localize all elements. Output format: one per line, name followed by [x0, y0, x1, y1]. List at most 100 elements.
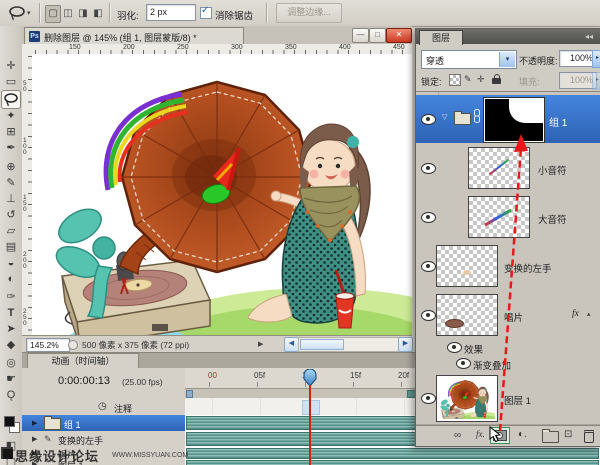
- layer-row-bignote[interactable]: 大音符: [416, 192, 600, 242]
- new-group-button[interactable]: [542, 431, 559, 443]
- quick-selection-tool-icon[interactable]: ✦: [0, 108, 22, 124]
- layer-row-group1[interactable]: ▽ 组 1: [416, 95, 600, 144]
- layer-name[interactable]: 图层 1: [504, 393, 531, 407]
- layer-thumbnail[interactable]: [468, 147, 530, 189]
- canvas[interactable]: [32, 54, 412, 335]
- expand-icon[interactable]: ▶: [32, 419, 37, 427]
- antialias-label[interactable]: 消除锯齿: [215, 8, 253, 22]
- layer-thumbnail[interactable]: [468, 196, 530, 238]
- selection-new-button[interactable]: ▢: [45, 5, 61, 23]
- blend-mode-select[interactable]: 穿透 ▾: [421, 50, 517, 69]
- layer-name[interactable]: 组 1: [549, 114, 567, 129]
- layer-thumbnail[interactable]: [436, 294, 498, 336]
- antialias-checkbox[interactable]: ✓: [200, 7, 212, 19]
- gradient-overlay-label[interactable]: 渐变叠加: [473, 358, 511, 372]
- visibility-eye-icon[interactable]: [421, 163, 436, 174]
- layers-tab[interactable]: 图层: [419, 30, 463, 45]
- blur-tool-icon[interactable]: ◒: [0, 255, 22, 271]
- layer-row-layer1[interactable]: 图层 1: [416, 371, 600, 425]
- shape-tool-icon[interactable]: ◆: [0, 337, 22, 353]
- clone-stamp-tool-icon[interactable]: ⊥: [0, 191, 22, 207]
- layer-thumbnail[interactable]: [436, 375, 498, 422]
- lock-transparency-icon[interactable]: [449, 74, 461, 86]
- duration-bar[interactable]: [186, 460, 599, 465]
- lasso-tool-icon[interactable]: [8, 5, 26, 21]
- lasso-tool-selected[interactable]: [1, 90, 21, 109]
- maximize-button[interactable]: □: [369, 28, 386, 43]
- feather-input[interactable]: 2 px: [146, 4, 196, 21]
- layer-name[interactable]: 小音符: [538, 163, 567, 177]
- brush-tool-icon[interactable]: ✎: [0, 175, 22, 191]
- selection-subtract-button[interactable]: ◨: [75, 5, 91, 23]
- layer-style-button[interactable]: fx.: [476, 429, 485, 439]
- selection-intersect-button[interactable]: ◧: [90, 5, 106, 23]
- visibility-eye-icon[interactable]: [447, 342, 462, 353]
- layer-name[interactable]: 唱片: [504, 310, 523, 324]
- visibility-eye-icon[interactable]: [421, 114, 436, 125]
- link-layers-button[interactable]: ∞: [454, 430, 461, 441]
- layer-thumbnail[interactable]: [436, 245, 498, 287]
- gradient-tool-icon[interactable]: ▤: [0, 239, 22, 255]
- opacity-spinner[interactable]: ▸: [592, 50, 600, 68]
- visibility-eye-icon[interactable]: [421, 393, 436, 404]
- proxy-arrow-icon[interactable]: ▶: [258, 340, 263, 348]
- document-tab[interactable]: Ps 删除图层 @ 145% (组 1, 图层蒙版/8) *: [24, 27, 244, 45]
- work-area-start[interactable]: [186, 390, 193, 398]
- layer-row-smallnote[interactable]: 小音符: [416, 143, 600, 193]
- lock-all-icon[interactable]: [492, 78, 501, 84]
- stopwatch-icon[interactable]: ◷: [98, 401, 107, 412]
- layer-row-gradient-overlay[interactable]: 渐变叠加: [416, 355, 600, 372]
- track-label-comments[interactable]: ◷ 注释: [22, 398, 185, 416]
- effects-label[interactable]: 效果: [464, 342, 483, 356]
- rotate-3d-tool-icon[interactable]: ◎: [0, 355, 22, 371]
- visibility-eye-icon[interactable]: [421, 310, 436, 321]
- healing-brush-tool-icon[interactable]: ⊕: [0, 159, 22, 175]
- fx-badge[interactable]: fx: [572, 309, 579, 319]
- scroll-left-button[interactable]: ◀: [284, 337, 299, 352]
- eyedropper-tool-icon[interactable]: ✒: [0, 140, 22, 156]
- close-button[interactable]: ✕: [386, 28, 412, 43]
- refine-edge-button[interactable]: 调整边缘...: [276, 3, 342, 23]
- scrollbar-thumb[interactable]: [300, 339, 344, 350]
- collapse-panel-icon[interactable]: ◂◂: [585, 32, 593, 41]
- adjustment-layer-button[interactable]: ◐.: [518, 429, 527, 440]
- mask-link-icon[interactable]: [473, 109, 481, 123]
- chevron-down-icon[interactable]: ▾: [499, 52, 515, 67]
- fx-collapse-icon[interactable]: ▴: [587, 310, 591, 318]
- track-bar-layer1[interactable]: [185, 459, 600, 465]
- path-selection-tool-icon[interactable]: ➤: [0, 321, 22, 337]
- new-layer-button[interactable]: ⊡: [564, 429, 572, 440]
- selection-add-button[interactable]: ◫: [60, 5, 76, 23]
- move-tool-icon[interactable]: ✛: [0, 58, 22, 74]
- layer-mask-thumbnail[interactable]: [484, 98, 544, 142]
- scroll-right-button[interactable]: ▶: [398, 337, 413, 352]
- zoom-tool-icon[interactable]: Ǫ: [0, 387, 22, 403]
- lock-position-icon[interactable]: ✛: [477, 74, 485, 85]
- track-label-group1[interactable]: ▶ 组 1: [22, 415, 185, 432]
- zoom-level-field[interactable]: 145.2%: [26, 338, 70, 352]
- pen-tool-icon[interactable]: ✑: [0, 289, 22, 305]
- duration-bar[interactable]: [186, 448, 599, 459]
- type-tool-icon[interactable]: T: [0, 305, 22, 321]
- hand-tool-icon[interactable]: ☛: [0, 371, 22, 387]
- history-brush-tool-icon[interactable]: ↺: [0, 207, 22, 223]
- track-bar-record[interactable]: [185, 447, 600, 459]
- layer-row-effects[interactable]: 效果: [416, 339, 600, 356]
- crop-tool-icon[interactable]: ⊞: [0, 124, 22, 140]
- layer-name[interactable]: 变换的左手: [504, 261, 552, 275]
- dodge-tool-icon[interactable]: ◐: [0, 271, 22, 287]
- keyframe-marker[interactable]: [302, 400, 320, 415]
- eraser-tool-icon[interactable]: ▱: [0, 223, 22, 239]
- timecode[interactable]: 0:00:00:13: [58, 375, 110, 387]
- expand-triangle-icon[interactable]: ▽: [442, 113, 447, 121]
- horizontal-scrollbar[interactable]: [298, 337, 399, 352]
- visibility-eye-icon[interactable]: [421, 261, 436, 272]
- layer-row-lefthand[interactable]: 变换的左手: [416, 241, 600, 291]
- visibility-eye-icon[interactable]: [421, 212, 436, 223]
- layer-row-record[interactable]: 唱片 fx ▴: [416, 290, 600, 340]
- layer-name[interactable]: 大音符: [538, 212, 567, 226]
- foreground-color-swatch[interactable]: [4, 416, 15, 427]
- timeline-tab[interactable]: 动画（时间轴）: [27, 353, 139, 369]
- visibility-eye-icon[interactable]: [456, 358, 471, 369]
- lock-pixels-icon[interactable]: ✎: [464, 74, 472, 85]
